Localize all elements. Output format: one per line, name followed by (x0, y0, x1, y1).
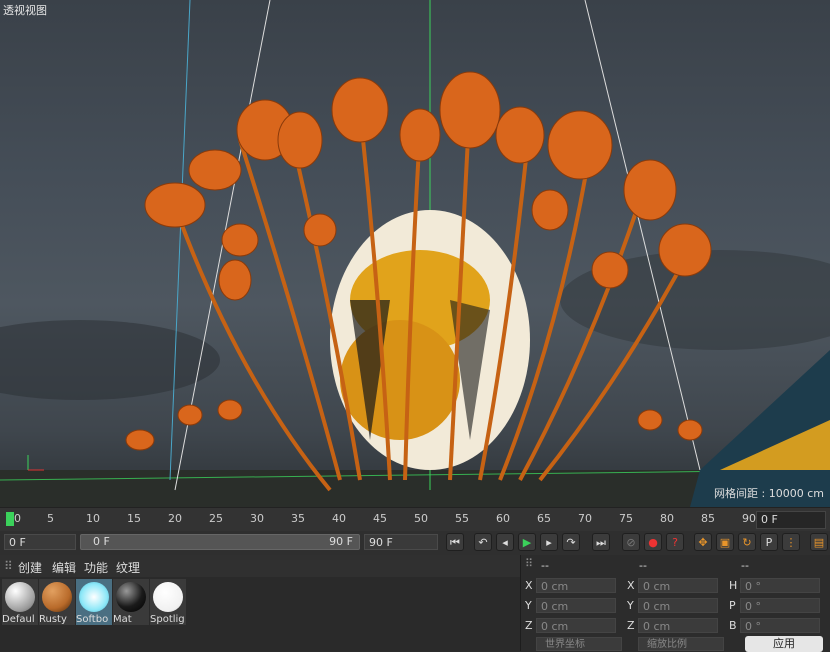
material-label: Spotlig (150, 614, 185, 625)
scene-render (0, 0, 830, 507)
material-softbox[interactable]: Softbo (76, 579, 112, 625)
rot-p-field[interactable]: 0 ° (740, 598, 820, 613)
material-manager: ⠿ 创建 编辑 功能 纹理 Defaul Rusty Softbo Mat Sp… (0, 555, 520, 651)
material-preview (153, 582, 183, 612)
autokey-button[interactable]: ? (666, 533, 684, 551)
apply-button[interactable]: 应用 (745, 636, 823, 652)
rot-b-label: B (729, 619, 737, 632)
grid-spacing-label: 网格间距 : 10000 cm (714, 487, 824, 500)
pos-y-label: Y (525, 599, 532, 612)
material-preview (42, 582, 72, 612)
pos-x-label: X (525, 579, 533, 592)
material-rusty[interactable]: Rusty (39, 579, 75, 625)
timeline-tick: 5 (47, 512, 54, 525)
record-button[interactable]: ● (644, 533, 662, 551)
material-preview (116, 582, 146, 612)
end-frame-field[interactable]: 90 F (364, 534, 438, 550)
playhead[interactable] (6, 512, 14, 526)
timeline-tick: 85 (701, 512, 715, 525)
current-frame-field[interactable]: 0 F (756, 511, 826, 529)
rotation-header: -- (741, 559, 749, 572)
timeline-tick: 10 (86, 512, 100, 525)
param-key-icon[interactable]: P (760, 533, 778, 551)
timeline-tick: 50 (414, 512, 428, 525)
scale-key-icon[interactable]: ▣ (716, 533, 734, 551)
previous-key-button[interactable]: ↶ (474, 533, 492, 551)
menu-create[interactable]: 创建 (18, 559, 42, 576)
timeline-tick: 15 (127, 512, 141, 525)
timeline-tick: 75 (619, 512, 633, 525)
rot-h-label: H (729, 579, 738, 592)
move-key-icon[interactable]: ✥ (694, 533, 712, 551)
go-to-end-button[interactable]: ⏭ (592, 533, 610, 551)
timeline-tick: 80 (660, 512, 674, 525)
timeline-tick: 90 (742, 512, 756, 525)
pos-y-field[interactable]: 0 cm (536, 598, 616, 613)
timeline-tick: 70 (578, 512, 592, 525)
timeline-ruler[interactable]: 0 5 10 15 20 25 30 35 40 45 50 55 60 65 … (0, 507, 830, 532)
coordinates-manager: ⠿ -- -- -- X 0 cm X 0 cm H 0 ° Y 0 cm Y … (520, 555, 830, 652)
range-start-label: 0 F (93, 535, 110, 548)
size-header: -- (639, 559, 647, 572)
go-to-start-button[interactable]: ⏮ (446, 533, 464, 551)
previous-frame-button[interactable]: ◂ (496, 533, 514, 551)
world-coords-dropdown[interactable]: 世界坐标 (536, 637, 622, 651)
timeline-tick: 30 (250, 512, 264, 525)
timeline-tick: 35 (291, 512, 305, 525)
size-y-label: Y (627, 599, 634, 612)
material-preview (5, 582, 35, 612)
timeline-tick: 20 (168, 512, 182, 525)
material-mat[interactable]: Mat (113, 579, 149, 625)
material-label: Defaul (2, 614, 35, 625)
pos-z-label: Z (525, 619, 533, 632)
rot-p-label: P (729, 599, 736, 612)
range-end-label: 90 F (329, 535, 353, 548)
viewport-title: 透视视图 (3, 4, 47, 17)
rotate-key-icon[interactable]: ↻ (738, 533, 756, 551)
rot-b-field[interactable]: 0 ° (740, 618, 820, 633)
timeline-tick: 60 (496, 512, 510, 525)
timeline-tick: 65 (537, 512, 551, 525)
size-x-label: X (627, 579, 635, 592)
size-z-label: Z (627, 619, 635, 632)
scale-ratio-dropdown[interactable]: 缩放比例 (638, 637, 724, 651)
material-label: Mat (113, 614, 132, 625)
timeline-tick: 0 (14, 512, 21, 525)
timeline-tick: 45 (373, 512, 387, 525)
start-frame-field[interactable]: 0 F (4, 534, 76, 550)
transport-bar: 0 F 0 F 90 F 90 F ⏮ ↶ ◂ ▶ ▸ ↷ ⏭ ⊘ ● ? ✥ … (0, 531, 830, 556)
material-preview (79, 582, 109, 612)
frame-range-slider[interactable]: 0 F 90 F (80, 534, 360, 550)
pos-x-field[interactable]: 0 cm (536, 578, 616, 593)
timeline-window-icon[interactable]: ▤ (810, 533, 828, 551)
material-label: Softbo (76, 614, 109, 625)
material-default[interactable]: Defaul (2, 579, 38, 625)
timeline-tick: 55 (455, 512, 469, 525)
timeline-tick: 25 (209, 512, 223, 525)
timeline-tick: 40 (332, 512, 346, 525)
material-menu-bar: ⠿ 创建 编辑 功能 纹理 (0, 555, 520, 577)
material-spotlight[interactable]: Spotlig (150, 579, 186, 625)
next-key-button[interactable]: ↷ (562, 533, 580, 551)
record-disabled-icon[interactable]: ⊘ (622, 533, 640, 551)
menu-edit[interactable]: 编辑 (52, 559, 76, 576)
size-y-field[interactable]: 0 cm (638, 598, 718, 613)
position-header: -- (541, 559, 549, 572)
size-x-field[interactable]: 0 cm (638, 578, 718, 593)
panel-grip-icon[interactable]: ⠿ (4, 559, 13, 573)
perspective-viewport[interactable]: 透视视图 网格间距 : 10000 cm (0, 0, 830, 507)
menu-texture[interactable]: 纹理 (116, 559, 140, 576)
menu-function[interactable]: 功能 (84, 559, 108, 576)
point-level-icon[interactable]: ⋮ (782, 533, 800, 551)
material-label: Rusty (39, 614, 67, 625)
size-z-field[interactable]: 0 cm (638, 618, 718, 633)
pos-z-field[interactable]: 0 cm (536, 618, 616, 633)
next-frame-button[interactable]: ▸ (540, 533, 558, 551)
rot-h-field[interactable]: 0 ° (740, 578, 820, 593)
play-button[interactable]: ▶ (518, 533, 536, 551)
panel-grip-icon[interactable]: ⠿ (525, 557, 533, 570)
